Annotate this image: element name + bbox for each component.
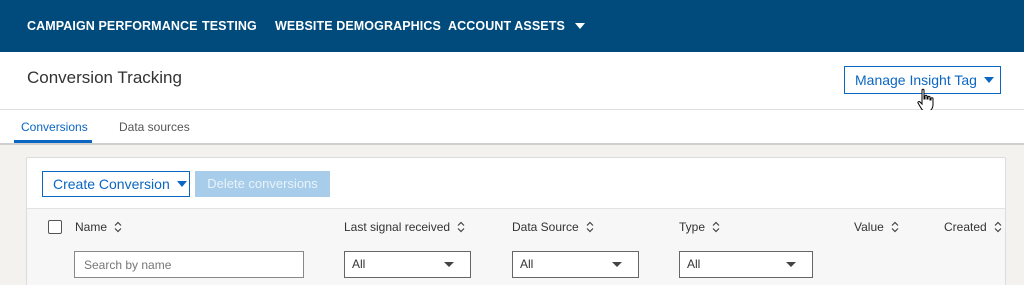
nav-testing[interactable]: TESTING bbox=[202, 0, 257, 52]
nav-campaign-performance[interactable]: CAMPAIGN PERFORMANCE bbox=[27, 0, 198, 52]
column-label: Last signal received bbox=[344, 220, 451, 234]
table-header: Name Last signal received Data Source Ty… bbox=[27, 208, 1005, 285]
tab-bar: Conversions Data sources bbox=[0, 110, 1024, 145]
column-header-type[interactable]: Type bbox=[679, 220, 720, 234]
create-conversion-button[interactable]: Create Conversion bbox=[42, 171, 190, 197]
column-label: Name bbox=[75, 220, 108, 234]
nav-account-assets-label: ACCOUNT ASSETS bbox=[448, 19, 565, 33]
sort-icon bbox=[891, 221, 899, 233]
conversions-card: Create Conversion Delete conversions Nam… bbox=[26, 157, 1006, 285]
select-value: All bbox=[520, 257, 534, 271]
column-label: Created bbox=[944, 220, 987, 234]
select-value: All bbox=[352, 257, 366, 271]
chevron-down-icon bbox=[176, 180, 187, 187]
manage-insight-tag-label: Manage Insight Tag bbox=[855, 72, 977, 88]
column-header-created[interactable]: Created bbox=[944, 220, 1002, 234]
search-by-name-input[interactable] bbox=[74, 251, 304, 278]
chevron-down-icon bbox=[574, 22, 585, 29]
caret-down-icon bbox=[786, 262, 796, 267]
sort-icon bbox=[994, 221, 1002, 233]
column-label: Value bbox=[854, 220, 884, 234]
sort-icon bbox=[457, 221, 465, 233]
top-nav: CAMPAIGN PERFORMANCE TESTING WEBSITE DEM… bbox=[0, 0, 1024, 52]
tab-data-sources[interactable]: Data sources bbox=[119, 120, 190, 134]
select-value: All bbox=[687, 257, 701, 271]
last-signal-select[interactable]: All bbox=[344, 251, 471, 278]
delete-conversions-button: Delete conversions bbox=[195, 171, 330, 197]
column-label: Data Source bbox=[512, 220, 579, 234]
active-tab-indicator bbox=[14, 140, 92, 143]
caret-down-icon bbox=[612, 262, 622, 267]
column-header-last-signal[interactable]: Last signal received bbox=[344, 220, 465, 234]
data-source-select[interactable]: All bbox=[512, 251, 639, 278]
sort-icon bbox=[114, 221, 122, 233]
sort-icon bbox=[712, 221, 720, 233]
nav-website-demographics[interactable]: WEBSITE DEMOGRAPHICS bbox=[275, 0, 441, 52]
sort-icon bbox=[586, 221, 594, 233]
caret-down-icon bbox=[444, 262, 454, 267]
page-title: Conversion Tracking bbox=[27, 68, 182, 87]
tab-conversions[interactable]: Conversions bbox=[21, 120, 88, 134]
column-header-value[interactable]: Value bbox=[854, 220, 899, 234]
type-select[interactable]: All bbox=[679, 251, 813, 278]
column-label: Type bbox=[679, 220, 706, 234]
create-conversion-label: Create Conversion bbox=[53, 176, 170, 192]
chevron-down-icon bbox=[983, 76, 994, 83]
page-header: Conversion Tracking Manage Insight Tag bbox=[0, 52, 1024, 110]
column-header-data-source[interactable]: Data Source bbox=[512, 220, 594, 234]
select-all-checkbox[interactable] bbox=[48, 220, 62, 234]
column-header-name[interactable]: Name bbox=[75, 220, 122, 234]
nav-account-assets[interactable]: ACCOUNT ASSETS bbox=[448, 0, 585, 52]
